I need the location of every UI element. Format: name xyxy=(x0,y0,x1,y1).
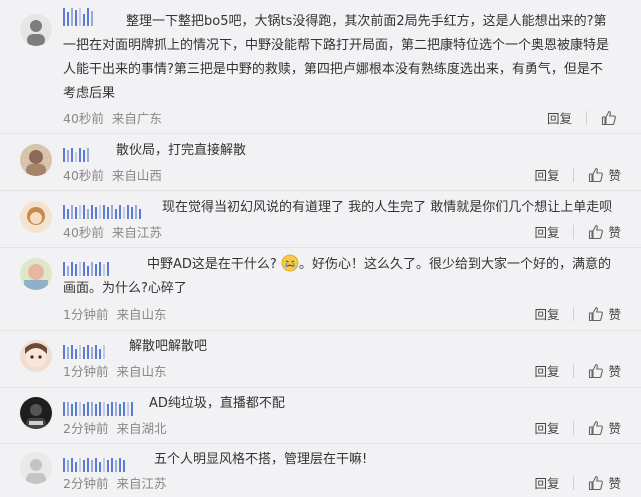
comment-source: 来自山西 xyxy=(111,168,162,183)
avatar[interactable] xyxy=(20,144,52,176)
comment-actions: 回复 赞 xyxy=(534,165,621,184)
comment-text: AD纯垃圾，直播都不配 xyxy=(149,396,285,411)
comment-source: 来自江苏 xyxy=(116,476,167,491)
username-masked[interactable] xyxy=(63,337,107,359)
comment-source: 来自山东 xyxy=(116,307,167,322)
comment-text: 五个人明显风格不搭，管理层在干嘛! xyxy=(154,452,368,467)
comment-time: 2分钟前 xyxy=(63,421,109,436)
comment-text: 散伙局，打完直接解散 xyxy=(116,143,247,158)
comment-actions: 回复 赞 xyxy=(534,222,621,241)
avatar-image xyxy=(20,201,52,233)
avatar-image xyxy=(20,340,52,372)
comment-item: 中野AD这是在干什么? 。好伤心！这么久了。很少给到大家一个好的，满意的画面。为… xyxy=(0,248,641,331)
comment-time: 40秒前 xyxy=(63,225,104,240)
thumbs-up-icon[interactable] xyxy=(601,110,617,126)
reply-button[interactable]: 回复 xyxy=(534,222,559,241)
comment-meta: 40秒前 来自山西 xyxy=(63,165,162,184)
comment-item: 现在觉得当初幻风说的有道理了 我的人生完了 敢情就是你们几个想让上单走呗 40秒… xyxy=(0,191,641,248)
divider xyxy=(573,420,575,435)
thumbs-up-icon[interactable] xyxy=(588,224,604,240)
comment-time: 40秒前 xyxy=(63,168,104,183)
comment-source: 来自广东 xyxy=(111,111,162,126)
divider xyxy=(573,363,575,378)
comment-meta: 1分钟前 来自山东 xyxy=(63,361,166,380)
reply-button[interactable]: 回复 xyxy=(534,304,559,323)
like-label[interactable]: 赞 xyxy=(608,304,621,323)
avatar-image xyxy=(20,258,52,290)
comment-item: 整理一下整把bo5吧，大锅ts没得跑，其次前面2局先手红方，这是人能想出来的?第… xyxy=(0,0,641,134)
reply-button[interactable]: 回复 xyxy=(547,108,572,127)
comment-item: 五个人明显风格不搭，管理层在干嘛! 2分钟前 来自江苏 回复 赞 xyxy=(0,444,641,497)
comment-actions: 回复 赞 xyxy=(534,304,621,323)
comment-text: 解散吧解散吧 xyxy=(129,339,208,354)
thumbs-up-icon[interactable] xyxy=(588,363,604,379)
comment-text: 现在觉得当初幻风说的有道理了 我的人生完了 敢情就是你们几个想让上单走呗 xyxy=(162,200,613,215)
comment-item: AD纯垃圾，直播都不配 2分钟前 来自湖北 回复 赞 xyxy=(0,388,641,444)
username-masked[interactable] xyxy=(63,140,91,162)
username-masked[interactable] xyxy=(63,394,135,416)
divider xyxy=(573,224,575,239)
divider xyxy=(573,475,575,490)
crying-emoji-icon xyxy=(281,254,299,272)
comment-meta: 40秒前 来自广东 xyxy=(63,108,162,127)
like-label[interactable]: 赞 xyxy=(608,222,621,241)
comment-meta: 1分钟前 来自山东 xyxy=(63,304,166,323)
username-masked[interactable] xyxy=(63,450,127,472)
avatar[interactable] xyxy=(20,397,52,429)
avatar[interactable] xyxy=(20,14,52,46)
avatar-image xyxy=(20,14,52,46)
comment-source: 来自湖北 xyxy=(116,421,167,436)
comment-time: 2分钟前 xyxy=(63,476,109,491)
reply-button[interactable]: 回复 xyxy=(534,165,559,184)
comment-list: 整理一下整把bo5吧，大锅ts没得跑，其次前面2局先手红方，这是人能想出来的?第… xyxy=(0,0,641,497)
like-label[interactable]: 赞 xyxy=(608,418,621,437)
thumbs-up-icon[interactable] xyxy=(588,167,604,183)
divider xyxy=(573,306,575,321)
comment-item: 解散吧解散吧 1分钟前 来自山东 回复 赞 xyxy=(0,331,641,388)
comment-time: 1分钟前 xyxy=(63,307,109,322)
avatar[interactable] xyxy=(20,201,52,233)
avatar-image xyxy=(20,397,52,429)
divider xyxy=(586,110,587,125)
comment-time: 1分钟前 xyxy=(63,364,109,379)
avatar-image xyxy=(20,144,52,176)
comment-time: 40秒前 xyxy=(63,111,104,126)
comment-meta: 2分钟前 来自湖北 xyxy=(63,418,166,437)
comment-text: 中野AD这是在干什么? 。好伤心！这么久了。很少给到大家一个好的，满意的画面。为… xyxy=(63,253,615,301)
like-label[interactable]: 赞 xyxy=(608,473,621,492)
default-avatar-icon xyxy=(20,452,52,484)
username-masked[interactable] xyxy=(63,197,143,219)
comment-item: 散伙局，打完直接解散 40秒前 来自山西 回复 赞 xyxy=(0,134,641,191)
comment-actions: 回复 赞 xyxy=(534,418,621,437)
comment-meta: 40秒前 来自江苏 xyxy=(63,222,162,241)
divider xyxy=(573,167,575,182)
avatar[interactable] xyxy=(20,258,52,290)
comment-actions: 回复 赞 xyxy=(534,361,621,380)
like-label[interactable]: 赞 xyxy=(608,165,621,184)
comment-actions: 回复 赞 xyxy=(534,473,621,492)
reply-button[interactable]: 回复 xyxy=(534,361,559,380)
comment-meta: 2分钟前 来自江苏 xyxy=(63,473,166,492)
avatar[interactable] xyxy=(20,452,52,484)
reply-button[interactable]: 回复 xyxy=(534,418,559,437)
comment-actions: 回复 xyxy=(547,108,621,127)
comment-source: 来自山东 xyxy=(116,364,167,379)
thumbs-up-icon[interactable] xyxy=(588,420,604,436)
comment-source: 来自江苏 xyxy=(111,225,162,240)
comment-text: 整理一下整把bo5吧，大锅ts没得跑，其次前面2局先手红方，这是人能想出来的?第… xyxy=(63,14,610,101)
thumbs-up-icon[interactable] xyxy=(588,475,604,491)
reply-button[interactable]: 回复 xyxy=(534,473,559,492)
like-label[interactable]: 赞 xyxy=(608,361,621,380)
avatar[interactable] xyxy=(20,340,52,372)
thumbs-up-icon[interactable] xyxy=(588,306,604,322)
